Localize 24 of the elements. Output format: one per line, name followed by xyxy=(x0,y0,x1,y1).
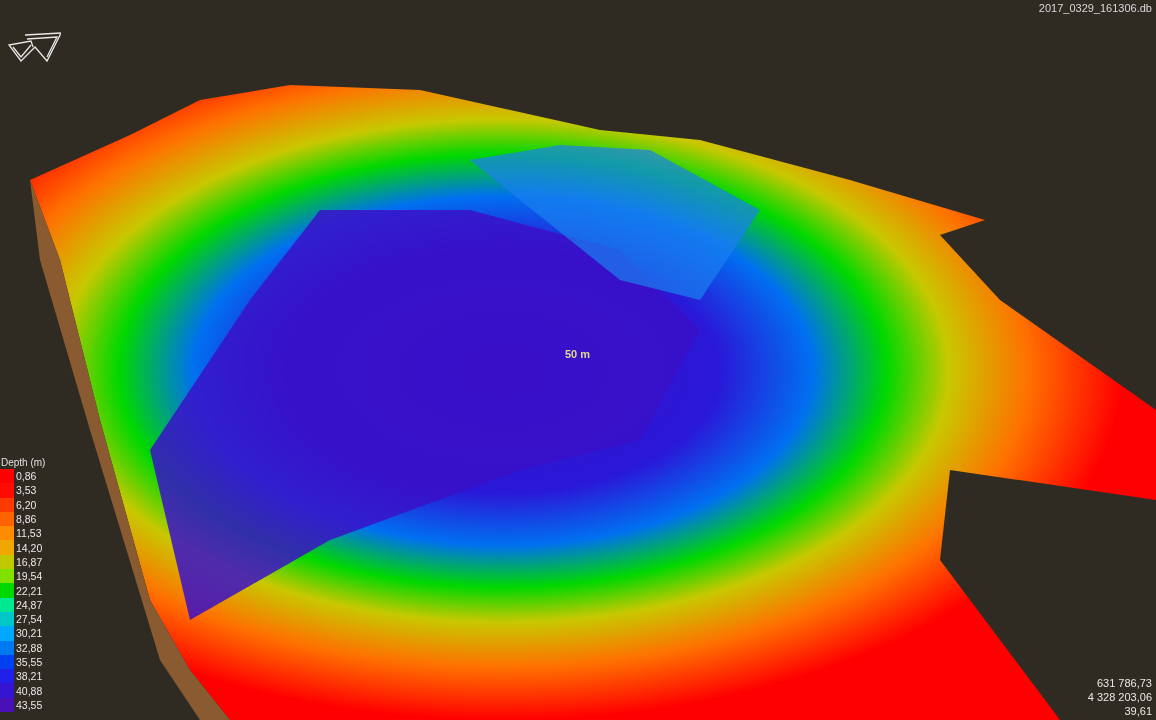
legend-label: 38,21 xyxy=(16,669,43,684)
coordinate-readout: 4 328 203,06 xyxy=(1087,690,1152,704)
legend-title: Depth (m) xyxy=(1,457,46,468)
legend-label: 14,20 xyxy=(16,540,43,555)
legend-label: 22,21 xyxy=(16,583,43,598)
legend-label: 3,53 xyxy=(16,483,37,498)
file-name: 2017_0329_161306.db xyxy=(1038,2,1152,14)
legend-label: 24,87 xyxy=(16,597,43,612)
legend-label: 30,21 xyxy=(16,626,43,641)
coordinate-readout: 39,61 xyxy=(1124,704,1152,718)
legend-label: 19,54 xyxy=(16,569,43,584)
legend-label: 0,86 xyxy=(16,469,37,484)
legend-label: 11,53 xyxy=(16,526,42,541)
legend-label: 8,86 xyxy=(16,512,37,527)
logo-icon xyxy=(7,31,61,63)
legend-label: 32,88 xyxy=(16,640,43,655)
legend-label: 27,54 xyxy=(16,612,43,627)
legend-label: 6,20 xyxy=(16,497,37,512)
coordinate-readout: 631 786,73 xyxy=(1096,676,1152,690)
legend-label: 43,55 xyxy=(16,697,43,712)
legend-label: 35,55 xyxy=(16,655,43,669)
scale-label: 50 m xyxy=(565,348,591,360)
legend-label: 16,87 xyxy=(16,554,43,569)
legend-label: 40,88 xyxy=(16,683,43,698)
